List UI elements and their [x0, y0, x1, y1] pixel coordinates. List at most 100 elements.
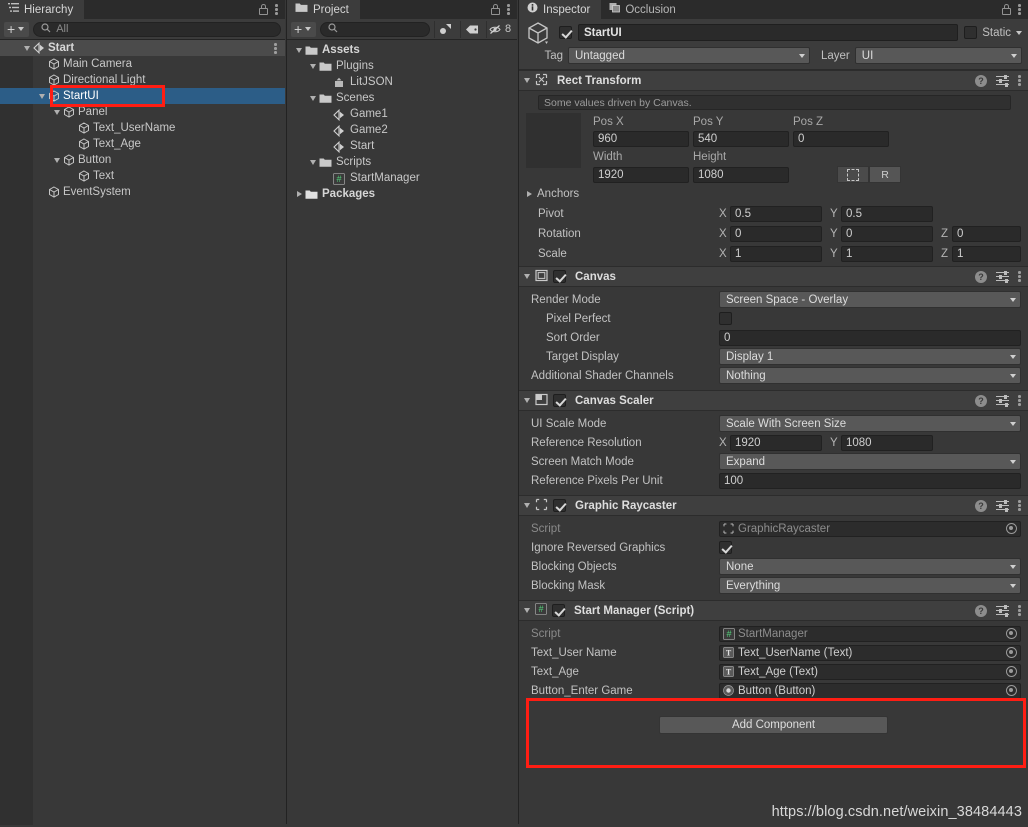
- blueprint-mode-button[interactable]: [837, 166, 869, 183]
- field-input[interactable]: 100: [719, 472, 1021, 489]
- pos-z-input[interactable]: 0: [793, 131, 889, 147]
- static-checkbox[interactable]: [964, 26, 978, 39]
- help-icon[interactable]: ?: [975, 604, 987, 617]
- hierarchy-row[interactable]: Main Camera: [0, 56, 285, 72]
- lock-icon[interactable]: [491, 4, 500, 15]
- hierarchy-search-input[interactable]: All: [33, 21, 281, 37]
- field-dropdown[interactable]: Expand: [719, 453, 1021, 470]
- pivot-y-input[interactable]: 0.5: [841, 206, 933, 222]
- foldout-arrow-icon[interactable]: [307, 95, 319, 101]
- field-x-input[interactable]: 1920: [730, 434, 822, 451]
- scene-menu-icon[interactable]: [274, 42, 277, 55]
- raw-edit-mode-button[interactable]: R: [869, 166, 901, 183]
- pos-y-input[interactable]: 540: [693, 131, 789, 147]
- preset-icon[interactable]: [996, 604, 1009, 617]
- foldout-arrow-icon[interactable]: [524, 78, 530, 83]
- foldout-arrow-icon[interactable]: [307, 159, 319, 165]
- pivot-x-input[interactable]: 0.5: [730, 206, 822, 222]
- component-menu-icon[interactable]: [1018, 394, 1021, 407]
- component-menu-icon[interactable]: [1018, 270, 1021, 283]
- field-dropdown[interactable]: Display 1: [719, 348, 1021, 365]
- scale-y-input[interactable]: 1: [841, 246, 933, 262]
- rotation-x-input[interactable]: 0: [730, 226, 822, 242]
- field-dropdown[interactable]: None: [719, 558, 1021, 575]
- field-input[interactable]: 0: [719, 329, 1021, 346]
- anchors-foldout-icon[interactable]: [527, 191, 532, 197]
- field-object-reference[interactable]: Button (Button): [719, 682, 1021, 699]
- field-y-input[interactable]: 1080: [841, 434, 933, 451]
- hierarchy-row-selected[interactable]: StartUI: [0, 88, 285, 104]
- object-picker-icon[interactable]: [1006, 628, 1017, 639]
- foldout-arrow-icon[interactable]: [524, 503, 530, 508]
- project-row[interactable]: Assets: [287, 42, 517, 58]
- object-picker-icon[interactable]: [1006, 685, 1017, 696]
- field-dropdown[interactable]: Scale With Screen Size: [719, 415, 1021, 432]
- add-component-button[interactable]: Add Component: [659, 716, 888, 734]
- project-row[interactable]: Packages: [287, 186, 517, 202]
- object-picker-icon[interactable]: [1006, 523, 1017, 534]
- project-row[interactable]: Game2: [287, 122, 517, 138]
- hierarchy-row[interactable]: EventSystem: [0, 184, 285, 200]
- component-header-start-manager-script[interactable]: # Start Manager (Script)?: [519, 600, 1028, 621]
- project-row[interactable]: # StartManager: [287, 170, 517, 186]
- hierarchy-row[interactable]: Text_Age: [0, 136, 285, 152]
- foldout-arrow-icon[interactable]: [35, 93, 48, 99]
- foldout-arrow-icon[interactable]: [50, 109, 63, 115]
- component-menu-icon[interactable]: [1018, 74, 1021, 87]
- anchor-preset-preview[interactable]: [526, 113, 581, 168]
- hierarchy-row[interactable]: Panel: [0, 104, 285, 120]
- scale-z-input[interactable]: 1: [952, 246, 1021, 262]
- foldout-arrow-icon[interactable]: [293, 191, 305, 197]
- static-toggle[interactable]: Static: [964, 26, 1022, 39]
- help-icon[interactable]: ?: [975, 270, 987, 283]
- component-menu-icon[interactable]: [1018, 499, 1021, 512]
- object-picker-icon[interactable]: [1006, 647, 1017, 658]
- field-dropdown[interactable]: Nothing: [719, 367, 1021, 384]
- project-search-input[interactable]: [320, 21, 431, 37]
- component-header-graphic-raycaster[interactable]: Graphic Raycaster?: [519, 495, 1028, 516]
- tab-inspector[interactable]: Inspector: [519, 0, 602, 19]
- foldout-arrow-icon[interactable]: [307, 63, 319, 69]
- component-enabled-checkbox[interactable]: [553, 394, 566, 407]
- pos-x-input[interactable]: 960: [593, 131, 689, 147]
- hierarchy-row[interactable]: Start: [0, 40, 285, 56]
- layer-dropdown[interactable]: UI: [854, 47, 1022, 64]
- hierarchy-row[interactable]: Text: [0, 168, 285, 184]
- project-menu-icon[interactable]: [507, 3, 510, 16]
- component-header-rect-transform[interactable]: Rect Transform ?: [519, 70, 1028, 91]
- filter-by-label-button[interactable]: [460, 20, 483, 38]
- object-picker-icon[interactable]: [1006, 666, 1017, 677]
- rotation-z-input[interactable]: 0: [952, 226, 1021, 242]
- component-header-canvas-scaler[interactable]: Canvas Scaler?: [519, 390, 1028, 411]
- width-input[interactable]: 1920: [593, 166, 689, 183]
- field-object-reference[interactable]: GraphicRaycaster: [719, 520, 1021, 537]
- preset-icon[interactable]: [996, 74, 1009, 87]
- field-object-reference[interactable]: T Text_UserName (Text): [719, 644, 1021, 661]
- component-enabled-checkbox[interactable]: [552, 604, 565, 617]
- scale-x-input[interactable]: 1: [730, 246, 822, 262]
- preset-icon[interactable]: [996, 499, 1009, 512]
- height-input[interactable]: 1080: [693, 166, 789, 183]
- field-checkbox[interactable]: [719, 541, 732, 554]
- hierarchy-create-button[interactable]: +: [4, 21, 30, 37]
- help-icon[interactable]: ?: [975, 74, 987, 87]
- foldout-arrow-icon[interactable]: [20, 45, 33, 51]
- hierarchy-menu-icon[interactable]: [275, 3, 278, 16]
- foldout-arrow-icon[interactable]: [293, 47, 305, 53]
- component-menu-icon[interactable]: [1018, 604, 1021, 617]
- project-row[interactable]: Scenes: [287, 90, 517, 106]
- hierarchy-row[interactable]: Button: [0, 152, 285, 168]
- project-row[interactable]: Scripts: [287, 154, 517, 170]
- help-icon[interactable]: ?: [975, 499, 987, 512]
- hidden-packages-button[interactable]: 8: [486, 20, 513, 38]
- tab-project[interactable]: Project: [287, 0, 360, 19]
- preset-icon[interactable]: [996, 394, 1009, 407]
- foldout-arrow-icon[interactable]: [524, 608, 530, 613]
- lock-icon[interactable]: [1002, 4, 1011, 15]
- gameobject-enabled-checkbox[interactable]: [559, 26, 572, 39]
- inspector-menu-icon[interactable]: [1018, 3, 1021, 16]
- hierarchy-row[interactable]: Text_UserName: [0, 120, 285, 136]
- chevron-down-icon[interactable]: [1016, 30, 1022, 35]
- foldout-arrow-icon[interactable]: [524, 274, 530, 279]
- field-dropdown[interactable]: Everything: [719, 577, 1021, 594]
